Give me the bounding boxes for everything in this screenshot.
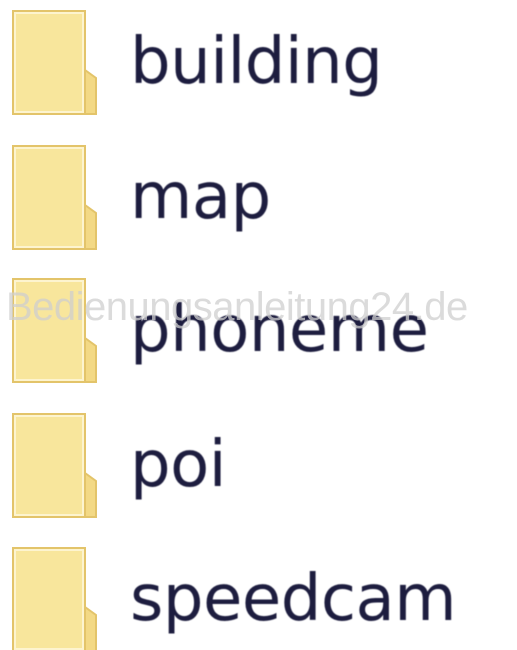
folder-icon (12, 278, 98, 383)
folder-icon (12, 10, 98, 115)
folder-icon (12, 145, 98, 250)
folder-list: building map phoneme poi speedcam (0, 0, 517, 650)
folder-item-speedcam[interactable]: speedcam (0, 547, 517, 650)
folder-item-poi[interactable]: poi (0, 413, 517, 523)
folder-name: building (130, 25, 383, 99)
folder-name: phoneme (130, 293, 429, 367)
folder-item-building[interactable]: building (0, 10, 517, 120)
folder-item-map[interactable]: map (0, 145, 517, 255)
folder-name: poi (130, 428, 227, 502)
folder-name: map (130, 160, 271, 234)
folder-icon (12, 547, 98, 650)
folder-icon (12, 413, 98, 518)
folder-name: speedcam (130, 562, 457, 636)
folder-item-phoneme[interactable]: phoneme (0, 278, 517, 388)
